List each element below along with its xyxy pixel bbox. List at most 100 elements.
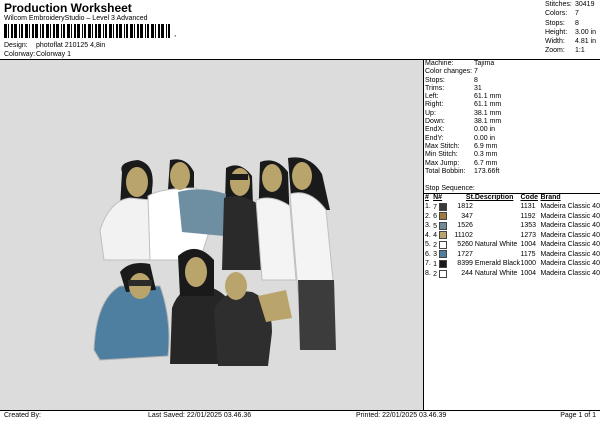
machine-info-row: Min Stitch: 0.3 mm	[425, 151, 501, 159]
machine-info-value: 31	[474, 84, 482, 92]
machine-info-row: Color changes: 7	[425, 68, 501, 76]
needle-number: 5	[433, 222, 438, 230]
barcode-bar	[158, 24, 160, 38]
needle-cell: 3	[433, 250, 451, 260]
barcode-bar	[82, 24, 83, 38]
barcode-bar	[147, 24, 149, 38]
table-row: 2. 6 347 1192 Madeira Classic 40	[425, 212, 600, 222]
summary-value: 8	[575, 19, 579, 27]
summary-row: Stitches: 30419	[545, 1, 596, 10]
barcode-bar	[84, 24, 86, 38]
colorway-label: Colorway:	[4, 51, 36, 58]
table-row: 5. 2 5260 Natural White 1004 Madeira Classic…	[425, 240, 600, 251]
needle-number: 1	[433, 260, 438, 268]
machine-info-value: 38.1 mm	[474, 109, 502, 117]
machine-info-key: EndX:	[425, 126, 445, 134]
machine-info-value: 0.00 in	[474, 134, 496, 142]
machine-info-value: 0.3 mm	[474, 151, 498, 159]
thread-brand: Madeira Classic 40	[540, 231, 600, 239]
printed-date: Printed: 22/01/2025 03.46.39	[356, 412, 447, 419]
needle-number: 2	[433, 270, 438, 278]
barcode-bar	[4, 24, 7, 38]
machine-info-key: Stops:	[425, 76, 445, 84]
summary-value: 1:1	[575, 47, 585, 55]
machine-info-row: Trims: 31	[425, 85, 501, 93]
barcode-bar	[74, 24, 76, 38]
machine-info-row: Max Jump: 6.7 mm	[425, 160, 501, 168]
created-by: Created By:	[4, 412, 41, 419]
barcode-bar	[61, 24, 62, 38]
needle-cell: 4	[433, 231, 451, 241]
machine-info-key: Down:	[425, 118, 445, 126]
barcode-mark: ,	[174, 29, 177, 38]
thread-code: 1004	[520, 269, 537, 277]
barcode-bar	[67, 24, 70, 38]
barcode-bar	[116, 24, 118, 38]
machine-info-key: Trims:	[425, 84, 445, 92]
barcode-bar	[98, 24, 101, 38]
barcode-bar	[92, 24, 93, 38]
needle-number: 7	[433, 203, 438, 211]
machine-info-key: Total Bobbin:	[425, 167, 466, 175]
design-label: Design:	[4, 42, 28, 49]
design-summary: Stitches: 30419 Colors: 7 Stops: 8 Height: 3.00…	[545, 1, 596, 57]
summary-row: Width: 4.81 in	[545, 38, 596, 47]
machine-info-row: Stops: 8	[425, 77, 501, 85]
thread-code: 1192	[520, 212, 536, 220]
needle-cell: 5	[433, 221, 451, 232]
barcode-bar	[105, 24, 107, 38]
needle-cell: 7	[433, 202, 451, 213]
footer-divider	[0, 410, 600, 411]
column-header: St.	[465, 194, 475, 201]
needle-cell: 2	[433, 269, 451, 280]
summary-value: 30419	[575, 1, 595, 8]
machine-info-key: Max Jump:	[425, 159, 460, 167]
machine-info-key: Right:	[425, 101, 444, 109]
color-swatch	[438, 240, 447, 249]
needle-cell: 2	[433, 240, 451, 251]
barcode-bar	[8, 24, 9, 38]
page-number: Page 1 of 1	[560, 412, 596, 419]
panel-divider	[423, 60, 424, 410]
color-swatch	[438, 221, 447, 230]
design-preview-canvas	[0, 60, 423, 410]
stitch-count: 347	[461, 212, 473, 220]
column-header: #	[425, 194, 429, 201]
thread-description: Emerald Black	[474, 260, 521, 268]
table-row: 8. 2 244 Natural White 1004 Madeira Classic …	[425, 269, 600, 280]
stitch-count: 1727	[457, 250, 473, 258]
stitch-count: 11102	[454, 231, 473, 239]
thread-description: Natural White	[474, 269, 518, 277]
needle-number: 2	[433, 241, 438, 249]
barcode-bar	[103, 24, 104, 38]
machine-info-value: 0.00 in	[474, 126, 496, 134]
last-saved: Last Saved: 22/01/2025 03.46.36	[148, 412, 252, 419]
needle-cell: 1	[433, 259, 451, 270]
machine-info-value: 8	[474, 76, 478, 84]
machine-info-key: Machine:	[425, 60, 454, 67]
barcode-bar	[14, 24, 17, 38]
summary-key: Stitches:	[545, 1, 572, 8]
summary-value: 3.00 in	[575, 28, 597, 36]
thread-description	[475, 250, 521, 260]
thread-description	[475, 212, 521, 222]
row-number: 1.	[425, 203, 431, 211]
machine-info-row: Max Stitch: 6.9 mm	[425, 143, 501, 151]
machine-info-row: EndX: 0.00 in	[425, 126, 501, 134]
needle-cell: 6	[433, 212, 451, 222]
machine-info-row: Total Bobbin: 173.66ft	[425, 168, 501, 176]
row-number: 3.	[425, 222, 431, 230]
machine-info-value: 38.1 mm	[474, 118, 502, 126]
row-number: 2.	[425, 212, 431, 220]
stitch-count: 1812	[457, 203, 473, 211]
barcode-bar	[168, 24, 170, 38]
barcode-bar	[53, 24, 55, 38]
machine-info-row: EndY: 0.00 in	[425, 135, 501, 143]
thread-brand: Madeira Classic 40	[540, 250, 600, 258]
thread-description	[475, 231, 521, 241]
needle-number: 6	[433, 213, 438, 221]
table-row: 3. 5 1526 1353 Madeira Classic 40	[425, 221, 600, 232]
table-row: 4. 4 11102 1273 Madeira Classic 40	[425, 231, 600, 241]
barcode-bar	[77, 24, 80, 38]
color-swatch	[438, 212, 447, 221]
